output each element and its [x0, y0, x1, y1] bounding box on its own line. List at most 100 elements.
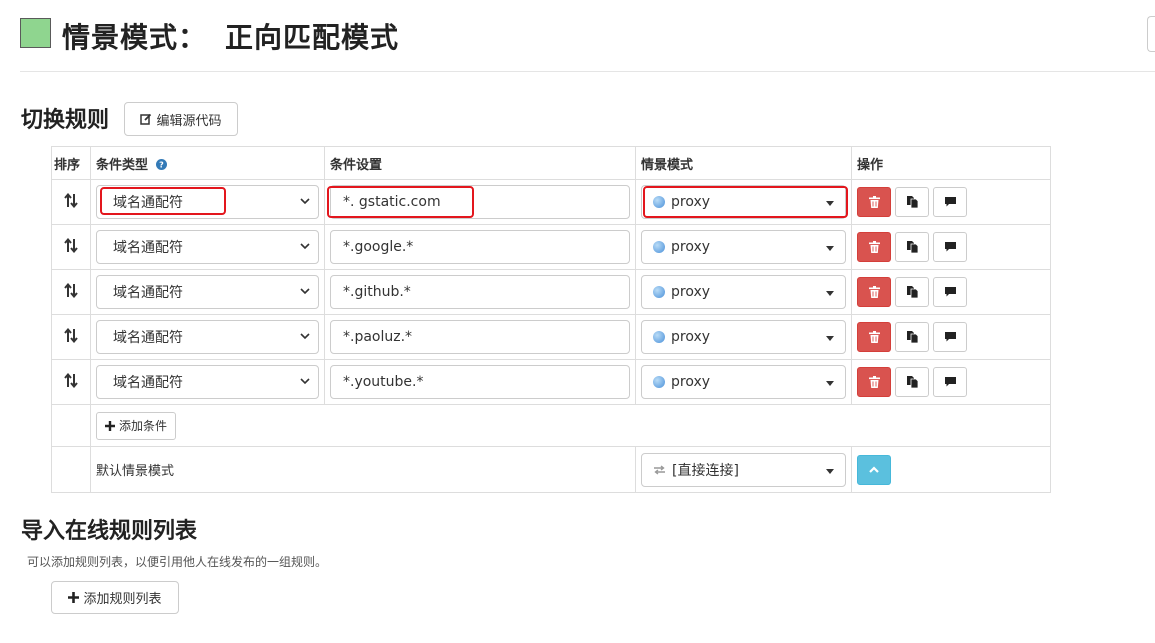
- add-condition-button[interactable]: 添加条件: [96, 411, 177, 440]
- clone-rule-button[interactable]: [895, 232, 929, 262]
- note-rule-button[interactable]: [933, 277, 967, 307]
- ops-cell: [851, 314, 1051, 360]
- chevron-down-icon: [826, 246, 834, 251]
- note-rule-button[interactable]: [933, 187, 967, 217]
- type-cell: 域名通配符: [90, 269, 325, 315]
- condition-value-input[interactable]: *.youtube.*: [330, 365, 630, 399]
- note-rule-button[interactable]: [933, 367, 967, 397]
- condition-value-input[interactable]: *.google.*: [330, 230, 630, 264]
- globe-icon: [653, 331, 665, 343]
- default-profile-row: 默认情景模式 [直接连接]: [51, 446, 1051, 493]
- clone-rule-button[interactable]: [895, 277, 929, 307]
- help-icon[interactable]: ?: [155, 158, 167, 170]
- header-actions-button[interactable]: [1147, 16, 1155, 52]
- add-condition-label: 添加条件: [119, 419, 168, 433]
- edit-icon: [140, 113, 152, 125]
- profile-cell: proxy: [635, 269, 852, 315]
- rule-row: 域名通配符 *. gstatic.com proxy: [51, 179, 1051, 225]
- col-header-ops: 操作: [851, 146, 1051, 180]
- default-profile-value: [直接连接]: [672, 462, 739, 479]
- trash-icon: [868, 331, 880, 343]
- clone-rule-button[interactable]: [895, 187, 929, 217]
- add-row-spacer: [51, 404, 91, 447]
- profile-color-swatch[interactable]: [20, 18, 51, 48]
- condition-type-value: 域名通配符: [113, 195, 183, 211]
- ops-cell: [851, 359, 1051, 405]
- page-header: 情景模式： 正向匹配模式: [20, 14, 1155, 72]
- sort-handle-icon[interactable]: [64, 372, 78, 392]
- result-profile-value: proxy: [671, 239, 711, 255]
- chevron-up-icon: [869, 466, 879, 473]
- rules-section-title: 切换规则: [21, 108, 110, 133]
- sort-handle-icon[interactable]: [64, 237, 78, 257]
- copy-icon: [906, 331, 918, 343]
- copy-icon: [906, 286, 918, 298]
- plus-icon: [68, 592, 80, 603]
- condition-type-select[interactable]: 域名通配符: [96, 185, 319, 219]
- sort-cell: [51, 269, 91, 315]
- result-profile-value: proxy: [671, 374, 711, 390]
- collapse-up-button[interactable]: [857, 454, 891, 485]
- globe-icon: [653, 196, 665, 208]
- copy-icon: [906, 241, 918, 253]
- sort-handle-icon[interactable]: [64, 327, 78, 347]
- result-profile-select[interactable]: proxy: [641, 230, 846, 264]
- sort-cell: [51, 224, 91, 270]
- result-profile-select[interactable]: proxy: [641, 185, 846, 219]
- default-row-ops-cell: [851, 446, 1051, 493]
- condition-type-select[interactable]: 域名通配符: [96, 320, 319, 354]
- clone-rule-button[interactable]: [895, 322, 929, 352]
- edit-source-button[interactable]: 编辑源代码: [124, 102, 238, 136]
- result-profile-select[interactable]: proxy: [641, 320, 846, 354]
- add-row-cell: 添加条件: [90, 404, 1051, 447]
- result-profile-select[interactable]: proxy: [641, 365, 846, 399]
- delete-rule-button[interactable]: [857, 367, 891, 397]
- default-profile-select[interactable]: [直接连接]: [641, 452, 846, 487]
- delete-rule-button[interactable]: [857, 322, 891, 352]
- trash-icon: [868, 241, 880, 253]
- condition-value-input[interactable]: *.github.*: [330, 275, 630, 309]
- condition-value-input[interactable]: *.paoluz.*: [330, 320, 630, 354]
- sort-handle-icon[interactable]: [64, 192, 78, 212]
- condition-value-text: *.github.*: [343, 284, 411, 300]
- ops-cell: [851, 179, 1051, 225]
- delete-rule-button[interactable]: [857, 232, 891, 262]
- note-rule-button[interactable]: [933, 232, 967, 262]
- chevron-down-icon: [300, 243, 310, 250]
- chevron-down-icon: [826, 381, 834, 386]
- default-row-label-cell: 默认情景模式: [90, 446, 636, 493]
- condition-type-select[interactable]: 域名通配符: [96, 365, 319, 399]
- title-prefix: 情景模式：: [62, 21, 208, 54]
- condition-value-input[interactable]: *. gstatic.com: [330, 185, 630, 219]
- chevron-down-icon: [300, 378, 310, 385]
- condition-value-text: *.paoluz.*: [343, 329, 413, 345]
- clone-rule-button[interactable]: [895, 367, 929, 397]
- page-title: 情景模式： 正向匹配模式: [62, 16, 399, 56]
- comment-icon: [944, 242, 956, 252]
- rule-row: 域名通配符 *.paoluz.* proxy: [51, 314, 1051, 360]
- comment-icon: [944, 287, 956, 297]
- default-row-spacer: [51, 446, 91, 493]
- chevron-down-icon: [826, 468, 834, 474]
- condition-type-select[interactable]: 域名通配符: [96, 230, 319, 264]
- delete-rule-button[interactable]: [857, 187, 891, 217]
- condition-type-select[interactable]: 域名通配符: [96, 275, 319, 309]
- col-header-profile: 情景模式: [635, 146, 852, 180]
- delete-rule-button[interactable]: [857, 277, 891, 307]
- comment-icon: [944, 377, 956, 387]
- svg-text:?: ?: [159, 160, 164, 169]
- type-cell: 域名通配符: [90, 224, 325, 270]
- value-cell: *. gstatic.com: [324, 179, 636, 225]
- chevron-down-icon: [826, 336, 834, 341]
- value-cell: *.paoluz.*: [324, 314, 636, 360]
- copy-icon: [906, 376, 918, 388]
- direct-connection-icon: [654, 464, 665, 475]
- profile-cell: proxy: [635, 314, 852, 360]
- result-profile-value: proxy: [671, 284, 711, 300]
- result-profile-select[interactable]: proxy: [641, 275, 846, 309]
- add-rule-list-button[interactable]: 添加规则列表: [51, 581, 179, 614]
- chevron-down-icon: [300, 198, 310, 205]
- sort-handle-icon[interactable]: [64, 282, 78, 302]
- note-rule-button[interactable]: [933, 322, 967, 352]
- chevron-down-icon: [826, 201, 834, 206]
